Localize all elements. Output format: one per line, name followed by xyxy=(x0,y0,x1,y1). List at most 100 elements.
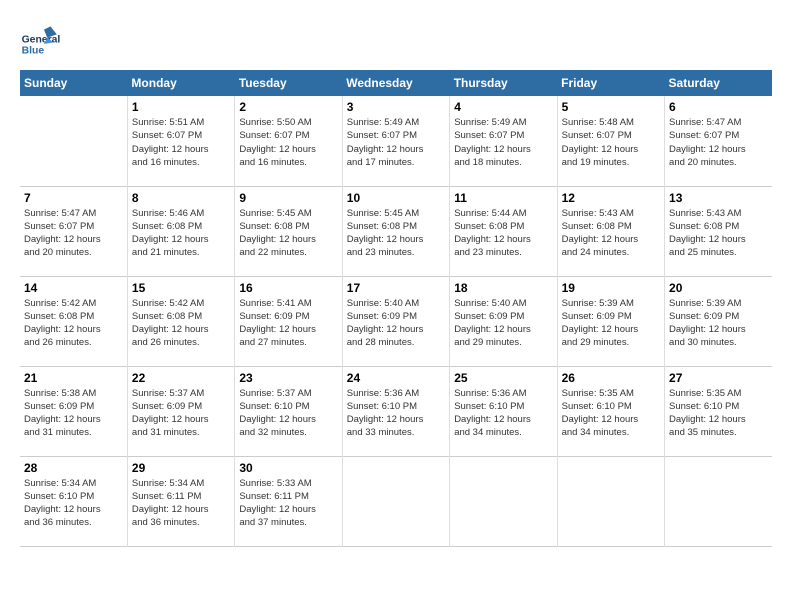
day-cell: 17 Sunrise: 5:40 AMSunset: 6:09 PMDayligh… xyxy=(342,276,449,366)
day-info: Sunrise: 5:51 AMSunset: 6:07 PMDaylight:… xyxy=(132,116,230,169)
col-monday: Monday xyxy=(127,70,234,96)
day-cell: 22Sunrise: 5:37 AMSunset: 6:09 PMDayligh… xyxy=(127,366,234,456)
day-info: Sunrise: 5:48 AMSunset: 6:07 PMDaylight:… xyxy=(562,116,660,169)
day-cell: 26 Sunrise: 5:35 AMSunset: 6:10 PMDayligh… xyxy=(557,366,664,456)
day-info: Sunrise: 5:35 AMSunset: 6:10 PMDaylight:… xyxy=(669,387,768,440)
day-info: Sunrise: 5:49 AMSunset: 6:07 PMDaylight:… xyxy=(454,116,552,169)
logo-icon: General Blue xyxy=(20,20,60,60)
day-cell: 23Sunrise: 5:37 AMSunset: 6:10 PMDayligh… xyxy=(235,366,342,456)
day-cell: 5 Sunrise: 5:48 AMSunset: 6:07 PMDaylight… xyxy=(557,96,664,186)
day-info: Sunrise: 5:42 AMSunset: 6:08 PMDaylight:… xyxy=(24,297,123,350)
day-number: 21 xyxy=(24,371,123,385)
day-number: 25 xyxy=(454,371,552,385)
day-number: 9 xyxy=(239,191,337,205)
col-wednesday: Wednesday xyxy=(342,70,449,96)
day-number: 4 xyxy=(454,100,552,114)
day-cell xyxy=(665,456,772,546)
day-number: 29 xyxy=(132,461,230,475)
day-cell: 8 Sunrise: 5:46 AMSunset: 6:08 PMDaylight… xyxy=(127,186,234,276)
day-info: Sunrise: 5:40 AMSunset: 6:09 PMDaylight:… xyxy=(347,297,445,350)
day-info: Sunrise: 5:38 AMSunset: 6:09 PMDaylight:… xyxy=(24,387,123,440)
day-number: 27 xyxy=(669,371,768,385)
day-number: 17 xyxy=(347,281,445,295)
day-info: Sunrise: 5:37 AMSunset: 6:09 PMDaylight:… xyxy=(132,387,230,440)
calendar-body: 1Sunrise: 5:51 AMSunset: 6:07 PMDaylight… xyxy=(20,96,772,546)
week-row-3: 21 Sunrise: 5:38 AMSunset: 6:09 PMDayligh… xyxy=(20,366,772,456)
day-cell: 21 Sunrise: 5:38 AMSunset: 6:09 PMDayligh… xyxy=(20,366,127,456)
day-number: 13 xyxy=(669,191,768,205)
day-cell: 19 Sunrise: 5:39 AMSunset: 6:09 PMDayligh… xyxy=(557,276,664,366)
day-info: Sunrise: 5:49 AMSunset: 6:07 PMDaylight:… xyxy=(347,116,445,169)
day-number: 14 xyxy=(24,281,123,295)
day-cell: 6 Sunrise: 5:47 AMSunset: 6:07 PMDaylight… xyxy=(665,96,772,186)
day-info: Sunrise: 5:47 AMSunset: 6:07 PMDaylight:… xyxy=(24,207,123,260)
day-info: Sunrise: 5:41 AMSunset: 6:09 PMDaylight:… xyxy=(239,297,337,350)
day-info: Sunrise: 5:37 AMSunset: 6:10 PMDaylight:… xyxy=(239,387,337,440)
day-info: Sunrise: 5:42 AMSunset: 6:08 PMDaylight:… xyxy=(132,297,230,350)
day-cell: 30Sunrise: 5:33 AMSunset: 6:11 PMDayligh… xyxy=(235,456,342,546)
day-info: Sunrise: 5:44 AMSunset: 6:08 PMDaylight:… xyxy=(454,207,552,260)
day-number: 28 xyxy=(24,461,123,475)
day-info: Sunrise: 5:39 AMSunset: 6:09 PMDaylight:… xyxy=(669,297,768,350)
day-number: 8 xyxy=(132,191,230,205)
day-number: 24 xyxy=(347,371,445,385)
day-number: 16 xyxy=(239,281,337,295)
header-row: Sunday Monday Tuesday Wednesday Thursday… xyxy=(20,70,772,96)
day-number: 18 xyxy=(454,281,552,295)
logo: General Blue xyxy=(20,20,60,60)
day-info: Sunrise: 5:47 AMSunset: 6:07 PMDaylight:… xyxy=(669,116,768,169)
day-info: Sunrise: 5:50 AMSunset: 6:07 PMDaylight:… xyxy=(239,116,337,169)
week-row-2: 14 Sunrise: 5:42 AMSunset: 6:08 PMDayligh… xyxy=(20,276,772,366)
col-thursday: Thursday xyxy=(450,70,557,96)
svg-text:General: General xyxy=(22,34,60,45)
day-number: 26 xyxy=(562,371,660,385)
day-info: Sunrise: 5:36 AMSunset: 6:10 PMDaylight:… xyxy=(454,387,552,440)
day-cell: 4 Sunrise: 5:49 AMSunset: 6:07 PMDaylight… xyxy=(450,96,557,186)
day-number: 6 xyxy=(669,100,768,114)
day-cell: 10 Sunrise: 5:45 AMSunset: 6:08 PMDayligh… xyxy=(342,186,449,276)
day-number: 10 xyxy=(347,191,445,205)
day-info: Sunrise: 5:40 AMSunset: 6:09 PMDaylight:… xyxy=(454,297,552,350)
day-cell: 12 Sunrise: 5:43 AMSunset: 6:08 PMDayligh… xyxy=(557,186,664,276)
day-cell: 7 Sunrise: 5:47 AMSunset: 6:07 PMDaylight… xyxy=(20,186,127,276)
day-cell xyxy=(557,456,664,546)
day-info: Sunrise: 5:39 AMSunset: 6:09 PMDaylight:… xyxy=(562,297,660,350)
col-saturday: Saturday xyxy=(665,70,772,96)
day-info: Sunrise: 5:34 AMSunset: 6:10 PMDaylight:… xyxy=(24,477,123,530)
week-row-0: 1Sunrise: 5:51 AMSunset: 6:07 PMDaylight… xyxy=(20,96,772,186)
day-number: 19 xyxy=(562,281,660,295)
day-number: 5 xyxy=(562,100,660,114)
day-info: Sunrise: 5:36 AMSunset: 6:10 PMDaylight:… xyxy=(347,387,445,440)
day-cell: 16 Sunrise: 5:41 AMSunset: 6:09 PMDayligh… xyxy=(235,276,342,366)
day-cell xyxy=(450,456,557,546)
day-number: 2 xyxy=(239,100,337,114)
week-row-4: 28 Sunrise: 5:34 AMSunset: 6:10 PMDayligh… xyxy=(20,456,772,546)
day-cell: 2 Sunrise: 5:50 AMSunset: 6:07 PMDaylight… xyxy=(235,96,342,186)
day-cell: 13 Sunrise: 5:43 AMSunset: 6:08 PMDayligh… xyxy=(665,186,772,276)
day-cell: 15 Sunrise: 5:42 AMSunset: 6:08 PMDayligh… xyxy=(127,276,234,366)
week-row-1: 7 Sunrise: 5:47 AMSunset: 6:07 PMDaylight… xyxy=(20,186,772,276)
day-info: Sunrise: 5:43 AMSunset: 6:08 PMDaylight:… xyxy=(562,207,660,260)
day-number: 15 xyxy=(132,281,230,295)
day-cell: 14 Sunrise: 5:42 AMSunset: 6:08 PMDayligh… xyxy=(20,276,127,366)
day-number: 7 xyxy=(24,191,123,205)
day-cell: 3 Sunrise: 5:49 AMSunset: 6:07 PMDaylight… xyxy=(342,96,449,186)
day-number: 20 xyxy=(669,281,768,295)
day-info: Sunrise: 5:43 AMSunset: 6:08 PMDaylight:… xyxy=(669,207,768,260)
day-cell: 9Sunrise: 5:45 AMSunset: 6:08 PMDaylight… xyxy=(235,186,342,276)
day-cell: 28 Sunrise: 5:34 AMSunset: 6:10 PMDayligh… xyxy=(20,456,127,546)
calendar-table: Sunday Monday Tuesday Wednesday Thursday… xyxy=(20,70,772,547)
page-header: General Blue xyxy=(20,20,772,60)
day-cell: 25 Sunrise: 5:36 AMSunset: 6:10 PMDayligh… xyxy=(450,366,557,456)
day-number: 12 xyxy=(562,191,660,205)
day-cell: 11 Sunrise: 5:44 AMSunset: 6:08 PMDayligh… xyxy=(450,186,557,276)
day-info: Sunrise: 5:46 AMSunset: 6:08 PMDaylight:… xyxy=(132,207,230,260)
day-number: 11 xyxy=(454,191,552,205)
day-number: 3 xyxy=(347,100,445,114)
day-cell xyxy=(20,96,127,186)
day-cell: 18 Sunrise: 5:40 AMSunset: 6:09 PMDayligh… xyxy=(450,276,557,366)
day-info: Sunrise: 5:33 AMSunset: 6:11 PMDaylight:… xyxy=(239,477,337,530)
day-cell: 1Sunrise: 5:51 AMSunset: 6:07 PMDaylight… xyxy=(127,96,234,186)
day-info: Sunrise: 5:45 AMSunset: 6:08 PMDaylight:… xyxy=(347,207,445,260)
day-info: Sunrise: 5:35 AMSunset: 6:10 PMDaylight:… xyxy=(562,387,660,440)
